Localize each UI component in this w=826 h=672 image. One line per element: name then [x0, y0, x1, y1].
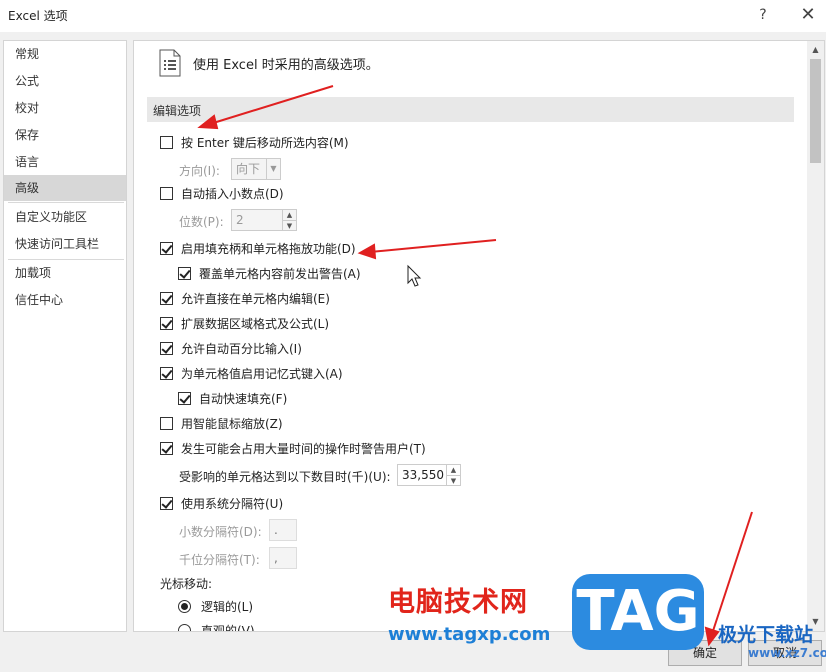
chevron-down-icon: ▼	[266, 159, 280, 179]
spin-up-icon[interactable]: ▲	[283, 210, 296, 220]
cells-affected-spinner[interactable]: 33,550 ▲ ▼	[397, 464, 461, 486]
checkbox[interactable]	[160, 135, 173, 149]
document-settings-icon	[159, 49, 181, 77]
watermark-site-name: 电脑技术网	[388, 587, 528, 618]
decimal-separator-label: 小数分隔符(D):	[179, 524, 262, 539]
title-bar: Excel 选项 ? ✕	[0, 0, 826, 32]
checkbox[interactable]	[178, 266, 191, 280]
thousands-separator-label: 千位分隔符(T):	[179, 552, 260, 567]
cells-affected-value: 33,550	[402, 468, 444, 482]
option-label: 发生可能会占用大量时间的操作时警告用户(T)	[181, 441, 426, 456]
option-auto-percent[interactable]: 允许自动百分比输入(I)	[160, 339, 302, 357]
option-flash-fill[interactable]: 自动快速填充(F)	[178, 389, 287, 407]
sidebar-item-add-ins[interactable]: 加载项	[4, 260, 126, 286]
direction-label: 方向(I):	[179, 163, 220, 178]
option-alert-overwrite[interactable]: 覆盖单元格内容前发出警告(A)	[178, 264, 361, 282]
option-label: 按 Enter 键后移动所选内容(M)	[181, 135, 349, 150]
checkbox[interactable]	[160, 496, 173, 510]
sidebar-item-save[interactable]: 保存	[4, 122, 126, 148]
window-title: Excel 选项	[8, 9, 68, 23]
option-auto-decimal[interactable]: 自动插入小数点(D)	[160, 184, 284, 202]
option-label: 为单元格值启用记忆式键入(A)	[181, 366, 343, 381]
watermark-tag-logo: TAG	[572, 574, 704, 650]
watermark-site2-url: www.xz7.com	[748, 646, 826, 660]
spin-down-icon[interactable]: ▼	[447, 475, 460, 485]
option-zoom-intellimouse[interactable]: 用智能鼠标缩放(Z)	[160, 414, 283, 432]
sidebar-item-advanced[interactable]: 高级	[4, 175, 126, 201]
scroll-thumb[interactable]	[810, 59, 821, 163]
cells-affected-label: 受影响的单元格达到以下数目时(千)(U):	[179, 469, 391, 484]
checkbox[interactable]	[160, 366, 173, 380]
sidebar-divider	[8, 202, 124, 203]
checkbox[interactable]	[160, 416, 173, 430]
cursor-movement-label: 光标移动:	[160, 576, 213, 591]
option-label: 自动快速填充(F)	[199, 391, 288, 406]
option-alert-slow[interactable]: 发生可能会占用大量时间的操作时警告用户(T)	[160, 439, 426, 457]
thousands-separator-input[interactable]: ,	[269, 547, 297, 569]
option-edit-in-cell[interactable]: 允许直接在单元格内编辑(E)	[160, 289, 330, 307]
option-label: 允许自动百分比输入(I)	[181, 341, 302, 356]
radio-button[interactable]	[178, 623, 191, 631]
sidebar-item-general[interactable]: 常规	[4, 41, 126, 67]
checkbox[interactable]	[160, 291, 173, 305]
checkbox[interactable]	[160, 316, 173, 330]
option-extend-formats[interactable]: 扩展数据区域格式及公式(L)	[160, 314, 329, 332]
option-label: 扩展数据区域格式及公式(L)	[181, 316, 330, 331]
sidebar-item-proofing[interactable]: 校对	[4, 95, 126, 121]
option-cursor-visual[interactable]: 直观的(V)	[178, 621, 255, 632]
direction-value: 向下	[236, 162, 261, 176]
options-panel: 使用 Excel 时采用的高级选项。 编辑选项 按 Enter 键后移动所选内容…	[133, 40, 825, 632]
close-button[interactable]: ✕	[796, 4, 820, 26]
section-title: 编辑选项	[153, 104, 202, 118]
sidebar-item-trust-center[interactable]: 信任中心	[4, 287, 126, 313]
option-label: 逻辑的(L)	[201, 599, 254, 614]
checkbox[interactable]	[178, 391, 191, 405]
sidebar-item-language[interactable]: 语言	[4, 149, 126, 175]
places-value: 2	[236, 213, 244, 227]
sidebar-item-formulas[interactable]: 公式	[4, 68, 126, 94]
sidebar-item-customize-ribbon[interactable]: 自定义功能区	[4, 204, 126, 230]
option-label: 直观的(V)	[201, 623, 255, 632]
decimal-separator-input[interactable]: .	[269, 519, 297, 541]
option-autocomplete[interactable]: 为单元格值启用记忆式键入(A)	[160, 364, 343, 382]
option-fill-handle[interactable]: 启用填充柄和单元格拖放功能(D)	[160, 239, 356, 257]
option-move-after-enter[interactable]: 按 Enter 键后移动所选内容(M)	[160, 133, 349, 151]
checkbox[interactable]	[160, 441, 173, 455]
watermark-site2-name: 极光下载站	[718, 624, 814, 646]
spin-up-icon[interactable]: ▲	[447, 465, 460, 475]
vertical-scrollbar[interactable]: ▲ ▼	[807, 41, 824, 631]
panel-header: 使用 Excel 时采用的高级选项。	[193, 58, 379, 73]
places-spinner[interactable]: 2 ▲ ▼	[231, 209, 297, 231]
option-label: 自动插入小数点(D)	[181, 186, 284, 201]
option-label: 使用系统分隔符(U)	[181, 496, 284, 511]
watermark-site-url: www.tagxp.com	[388, 624, 551, 645]
option-cursor-logical[interactable]: 逻辑的(L)	[178, 597, 253, 615]
checkbox[interactable]	[160, 341, 173, 355]
places-label: 位数(P):	[179, 214, 224, 229]
option-label: 用智能鼠标缩放(Z)	[181, 416, 283, 431]
option-label: 覆盖单元格内容前发出警告(A)	[199, 266, 361, 281]
radio-button[interactable]	[178, 599, 191, 613]
checkbox[interactable]	[160, 186, 173, 200]
option-system-separators[interactable]: 使用系统分隔符(U)	[160, 494, 283, 512]
option-label: 允许直接在单元格内编辑(E)	[181, 291, 330, 306]
sidebar: 常规 公式 校对 保存 语言 高级 自定义功能区 快速访问工具栏 加载项 信任中…	[3, 40, 127, 632]
option-label: 启用填充柄和单元格拖放功能(D)	[181, 241, 356, 256]
help-button[interactable]: ?	[752, 4, 774, 26]
spin-down-icon[interactable]: ▼	[283, 220, 296, 230]
section-header: 编辑选项	[147, 97, 794, 122]
checkbox[interactable]	[160, 241, 173, 255]
direction-select[interactable]: 向下 ▼	[231, 158, 281, 180]
sidebar-item-quick-access-toolbar[interactable]: 快速访问工具栏	[4, 231, 126, 257]
scroll-up-icon[interactable]: ▲	[807, 43, 824, 57]
